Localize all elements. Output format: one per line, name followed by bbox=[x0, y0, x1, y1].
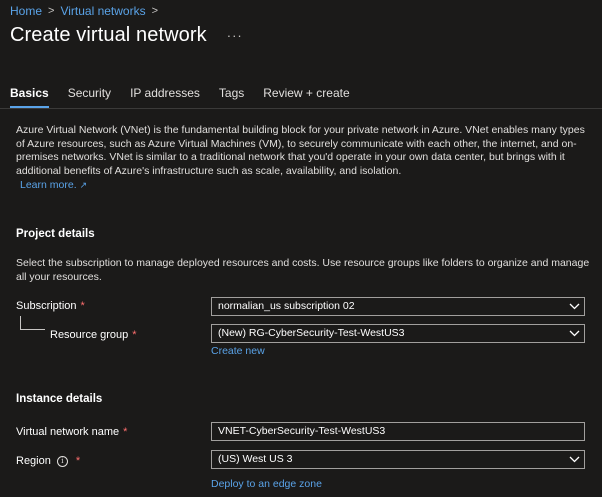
region-value: (US) West US 3 bbox=[218, 453, 293, 465]
region-label: Region i * bbox=[16, 455, 80, 467]
info-icon[interactable]: i bbox=[56, 456, 68, 467]
chevron-down-icon bbox=[569, 456, 580, 463]
region-label-text: Region bbox=[16, 455, 51, 467]
tab-security[interactable]: Security bbox=[68, 86, 111, 108]
intro-text: Azure Virtual Network (VNet) is the fund… bbox=[16, 124, 585, 177]
create-new-resource-group-link[interactable]: Create new bbox=[211, 345, 265, 357]
project-details-description: Select the subscription to manage deploy… bbox=[16, 257, 590, 283]
subscription-value: normalian_us subscription 02 bbox=[218, 300, 355, 312]
tab-basics[interactable]: Basics bbox=[10, 86, 49, 108]
more-options-icon[interactable]: ··· bbox=[227, 28, 243, 43]
subscription-dropdown[interactable]: normalian_us subscription 02 bbox=[211, 297, 585, 316]
resource-group-dropdown[interactable]: (New) RG-CyberSecurity-Test-WestUS3 bbox=[211, 324, 585, 343]
chevron-down-icon bbox=[569, 303, 580, 310]
tree-connector-horizontal bbox=[20, 329, 45, 330]
required-marker: * bbox=[132, 329, 137, 341]
breadcrumb: Home > Virtual networks > bbox=[10, 4, 164, 18]
learn-more-label: Learn more. bbox=[20, 179, 77, 191]
resource-group-label: Resource group * bbox=[50, 329, 137, 341]
title-row: Create virtual network ··· bbox=[10, 24, 243, 47]
chevron-right-icon: > bbox=[151, 5, 159, 17]
chevron-down-icon bbox=[569, 330, 580, 337]
required-marker: * bbox=[80, 300, 85, 312]
resource-group-value: (New) RG-CyberSecurity-Test-WestUS3 bbox=[218, 327, 405, 339]
tree-connector-vertical bbox=[20, 316, 21, 329]
required-marker: * bbox=[75, 455, 81, 467]
subscription-label-text: Subscription bbox=[16, 300, 77, 312]
region-dropdown[interactable]: (US) West US 3 bbox=[211, 450, 585, 469]
chevron-right-icon: > bbox=[48, 5, 55, 17]
resource-group-label-text: Resource group bbox=[50, 329, 129, 341]
project-details-heading: Project details bbox=[16, 228, 95, 240]
breadcrumb-virtual-networks-link[interactable]: Virtual networks bbox=[60, 4, 145, 18]
learn-more-link[interactable]: Learn more. ↗︎ bbox=[20, 179, 87, 191]
tab-bar: Basics Security IP addresses Tags Review… bbox=[10, 86, 369, 108]
vnet-name-label-text: Virtual network name bbox=[16, 426, 120, 438]
breadcrumb-home-link[interactable]: Home bbox=[10, 4, 42, 18]
tab-ip-addresses[interactable]: IP addresses bbox=[130, 86, 200, 108]
external-link-icon: ↗︎ bbox=[79, 180, 88, 190]
tab-divider bbox=[0, 108, 602, 109]
vnet-name-value: VNET-CyberSecurity-Test-WestUS3 bbox=[218, 425, 386, 437]
tab-review-create[interactable]: Review + create bbox=[263, 86, 349, 108]
tab-tags[interactable]: Tags bbox=[219, 86, 244, 108]
vnet-name-input[interactable]: VNET-CyberSecurity-Test-WestUS3 bbox=[211, 422, 585, 441]
page-title: Create virtual network bbox=[10, 24, 207, 46]
instance-details-heading: Instance details bbox=[16, 393, 103, 405]
vnet-name-label: Virtual network name * bbox=[16, 426, 127, 438]
required-marker: * bbox=[123, 426, 128, 438]
subscription-label: Subscription * bbox=[16, 300, 85, 312]
deploy-edge-zone-link[interactable]: Deploy to an edge zone bbox=[211, 478, 322, 490]
